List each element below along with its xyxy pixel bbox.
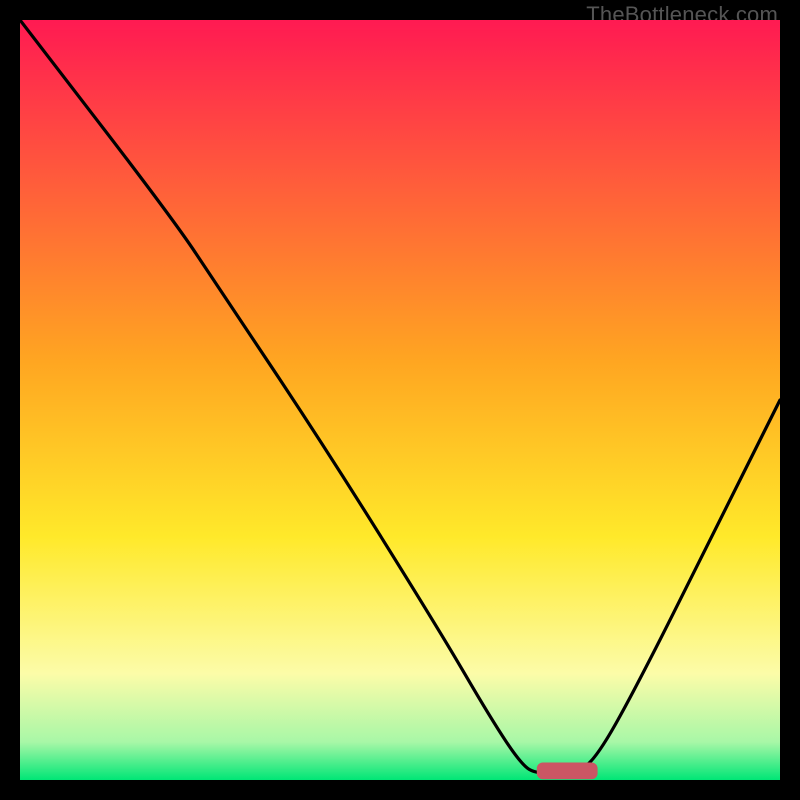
chart-frame: TheBottleneck.com <box>0 0 800 800</box>
bottleneck-chart <box>20 20 780 780</box>
gradient-bg <box>20 20 780 780</box>
optimum-marker <box>537 763 598 780</box>
